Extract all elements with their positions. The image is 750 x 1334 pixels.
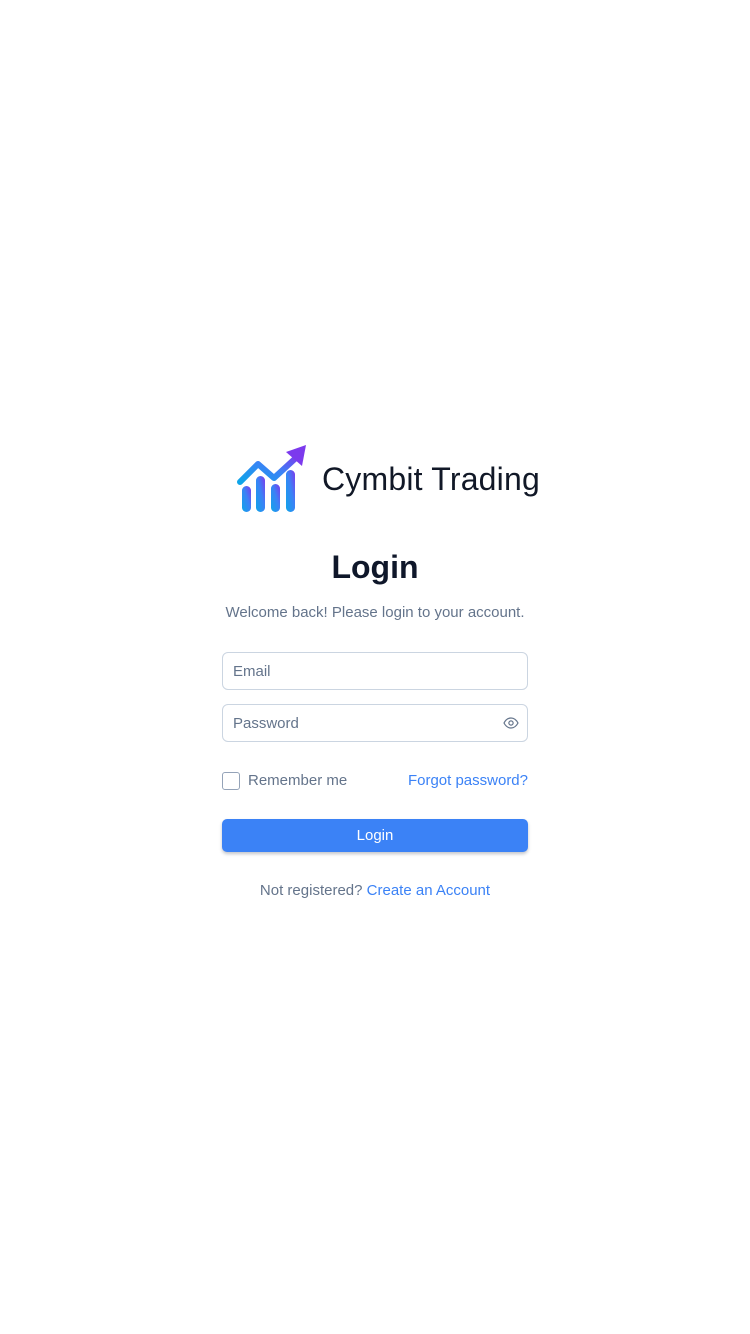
password-field[interactable] bbox=[223, 705, 527, 741]
brand-name: Cymbit Trading bbox=[322, 461, 540, 497]
remember-me[interactable]: Remember me bbox=[222, 772, 347, 790]
login-page: Cymbit Trading Login Welcome back! Pleas… bbox=[0, 0, 750, 1334]
password-field-wrapper bbox=[222, 704, 528, 742]
forgot-password-link[interactable]: Forgot password? bbox=[408, 772, 528, 790]
email-field-wrapper bbox=[222, 652, 528, 690]
register-prompt-text: Not registered? bbox=[259, 882, 367, 899]
trending-chart-logo-icon bbox=[237, 445, 306, 512]
remember-me-label: Remember me bbox=[248, 772, 348, 789]
brand-header: Cymbit Trading bbox=[236, 440, 540, 518]
remember-me-checkbox[interactable] bbox=[222, 772, 240, 790]
page-title: Login bbox=[331, 549, 419, 585]
register-prompt: Not registered? Create an Account bbox=[0, 881, 750, 901]
login-button[interactable]: Login bbox=[222, 819, 528, 852]
create-account-link[interactable]: Create an Account bbox=[367, 882, 490, 899]
email-field[interactable] bbox=[223, 653, 527, 689]
eye-icon[interactable] bbox=[503, 715, 519, 731]
page-subtitle: Welcome back! Please login to your accou… bbox=[225, 604, 525, 621]
